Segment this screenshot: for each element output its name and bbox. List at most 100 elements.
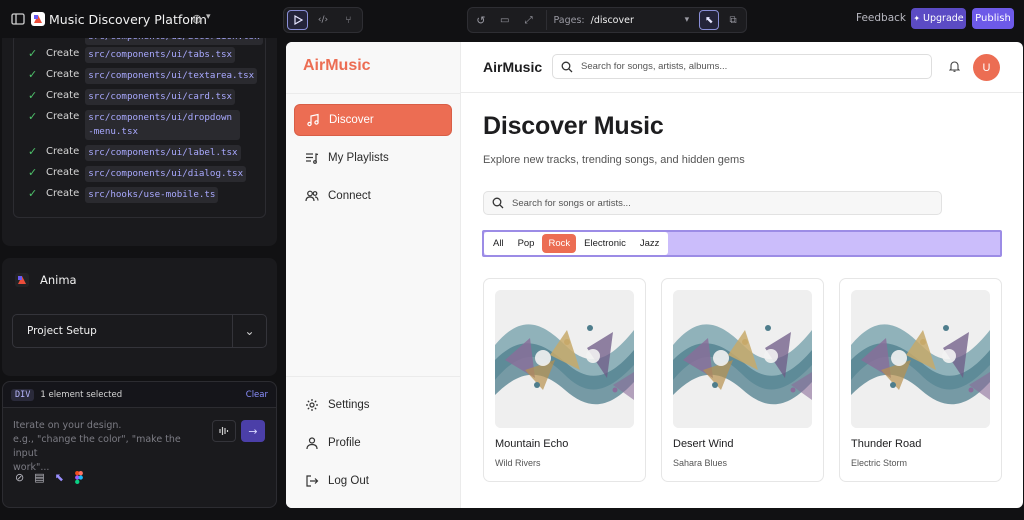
log-path: src/components/ui/card.tsx <box>85 89 236 105</box>
anima-panel: Anima Project Setup ⌄ <box>2 258 277 376</box>
brand-logo[interactable]: AirMusic <box>303 57 371 75</box>
chat-placeholder-line1: Iterate on your design. <box>13 420 122 431</box>
log-item: ✓ Create src/components/ui/textarea.tsx <box>28 68 258 84</box>
log-path: src/components/ui/accordion.tsx <box>85 38 263 45</box>
anima-header: Anima <box>14 272 77 288</box>
song-card[interactable]: Mountain Echo Wild Rivers <box>483 278 646 482</box>
sidebar-item-discover[interactable]: Discover <box>294 104 452 136</box>
branch-mode-button[interactable]: ⑂ <box>338 10 359 30</box>
screenshot-button[interactable]: ⧉ <box>723 10 743 30</box>
sidebar-item-label: Profile <box>328 437 361 449</box>
pages-select[interactable]: Pages: /discover ▾ <box>546 10 695 30</box>
anima-logo-icon <box>15 273 29 287</box>
song-artist: Wild Rivers <box>495 458 541 468</box>
song-card[interactable]: Thunder Road Electric Storm <box>839 278 1002 482</box>
clear-selection-link[interactable]: Clear <box>246 390 268 400</box>
tab-jazz[interactable]: Jazz <box>634 234 666 253</box>
playlist-icon <box>306 153 319 164</box>
select-cursor-icon[interactable]: ⬉ <box>55 471 64 487</box>
sidebar-toggle-icon[interactable] <box>8 9 28 29</box>
rocket-icon: ✦ <box>913 14 921 23</box>
code-icon: ‹/› <box>317 15 329 25</box>
log-action: Create <box>46 188 80 199</box>
publish-button[interactable]: Publish <box>972 8 1014 29</box>
code-mode-button[interactable]: ‹/› <box>312 10 333 30</box>
log-item-partial: ✓ Create src/components/ui/accordion.tsx <box>28 38 263 45</box>
pages-value: /discover <box>590 14 634 26</box>
anima-logo-icon <box>28 9 48 29</box>
song-card[interactable]: Desert Wind Sahara Blues <box>661 278 824 482</box>
header-search-input[interactable]: Search for songs, artists, albums... <box>552 54 932 79</box>
arrow-right-icon: → <box>248 424 258 438</box>
log-action: Create <box>46 48 80 59</box>
log-action: Create <box>46 146 80 157</box>
tab-all[interactable]: All <box>487 234 510 253</box>
log-item: ✓ Create src/components/ui/dialog.tsx <box>28 166 247 182</box>
project-title[interactable]: Music Discovery Platform <box>49 12 207 27</box>
sidebar-item-label: Log Out <box>328 475 369 487</box>
figma-icon[interactable] <box>74 471 84 487</box>
project-setup-dropdown[interactable]: Project Setup ⌄ <box>12 314 267 348</box>
frame-icon: ⧉ <box>729 14 737 26</box>
sidebar-item-settings[interactable]: Settings <box>294 389 452 421</box>
chevron-down-icon[interactable]: ▾ <box>206 12 211 22</box>
tab-rock[interactable]: Rock <box>542 234 577 253</box>
log-item: ✓ Create src/hooks/use-mobile.ts <box>28 187 219 203</box>
app-main: AirMusic Search for songs, artists, albu… <box>461 42 1023 508</box>
log-action: Create <box>46 69 80 80</box>
preview-mode-button[interactable] <box>287 10 309 30</box>
song-search-input[interactable]: Search for songs or artists... <box>483 191 942 215</box>
selection-bar: DIV 1 element selected Clear <box>3 382 276 408</box>
sidebar-item-log-out[interactable]: Log Out <box>294 465 452 497</box>
song-artist: Electric Storm <box>851 458 908 468</box>
user-icon <box>306 437 318 450</box>
desktop-view-button[interactable]: ▭ <box>495 10 515 30</box>
search-icon <box>492 197 504 209</box>
sidebar-item-label: Settings <box>328 399 370 411</box>
log-item: ✓ Create src/components/ui/card.tsx <box>28 89 236 105</box>
globe-icon[interactable]: ◍ <box>192 12 202 25</box>
play-icon <box>294 15 303 25</box>
chat-input[interactable]: Iterate on your design. e.g., "change th… <box>13 419 203 475</box>
genre-tabs-selected-wrapper[interactable]: All Pop Rock Electronic Jazz <box>482 230 1002 257</box>
fullscreen-button[interactable]: ⤢ <box>519 10 539 30</box>
chevron-down-icon[interactable]: ⌄ <box>232 315 266 347</box>
send-button[interactable]: → <box>241 420 265 442</box>
song-search-placeholder: Search for songs or artists... <box>512 197 631 209</box>
sidebar-item-label: My Playlists <box>328 152 389 164</box>
search-icon <box>561 61 573 72</box>
song-artist: Sahara Blues <box>673 458 728 468</box>
voice-input-button[interactable] <box>212 420 236 442</box>
avatar[interactable]: U <box>973 54 1000 81</box>
expand-icon: ⤢ <box>524 14 533 26</box>
sidebar-item-label: Discover <box>329 114 374 126</box>
sidebar-item-connect[interactable]: Connect <box>294 180 452 212</box>
mode-toggle-group: ‹/› ⑂ <box>283 7 363 33</box>
album-art <box>851 290 990 428</box>
upgrade-button[interactable]: ✦ Upgrade <box>911 8 966 29</box>
album-art <box>495 290 634 428</box>
monitor-icon: ▭ <box>500 14 510 26</box>
log-path: src/components/ui/dialog.tsx <box>85 166 247 182</box>
undo-button[interactable]: ↺ <box>471 10 491 30</box>
clipboard-icon[interactable]: ▤ <box>34 471 44 487</box>
app-preview: AirMusic Discover My Playlists Connect S… <box>286 42 1023 508</box>
check-icon: ✓ <box>28 38 40 43</box>
feedback-link[interactable]: Feedback <box>856 12 906 24</box>
cursor-icon: ⬉ <box>704 14 714 26</box>
sidebar-divider <box>286 376 461 377</box>
header-search-placeholder: Search for songs, artists, albums... <box>581 61 728 72</box>
tab-pop[interactable]: Pop <box>512 234 541 253</box>
check-icon: ✓ <box>28 68 38 81</box>
select-element-button[interactable]: ⬉ <box>699 10 720 30</box>
sidebar-item-profile[interactable]: Profile <box>294 427 452 459</box>
bell-icon[interactable] <box>948 60 961 75</box>
users-icon <box>305 190 319 202</box>
log-item: ✓ Create src/components/ui/tabs.tsx <box>28 47 236 63</box>
attach-icon[interactable]: ⊘ <box>15 471 24 487</box>
music-note-icon <box>307 113 319 127</box>
log-action: Create <box>46 111 80 122</box>
generation-log-list: ✓ Create src/components/ui/accordion.tsx… <box>13 38 266 218</box>
sidebar-item-my-playlists[interactable]: My Playlists <box>294 142 452 174</box>
tab-electronic[interactable]: Electronic <box>578 234 632 253</box>
